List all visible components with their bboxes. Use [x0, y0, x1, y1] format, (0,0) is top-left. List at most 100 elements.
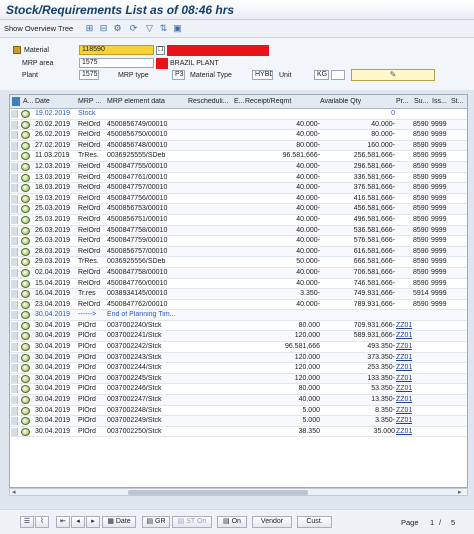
table-row[interactable]: 30.04.2019 PlOrd 0037002248/Stck 5.000 8.350… — [10, 406, 467, 417]
row-selector[interactable] — [11, 300, 18, 309]
table-row[interactable]: 16.04.2019 Tr.res 0038934145/00010 3.350- 74… — [10, 289, 467, 300]
table-row[interactable]: 18.03.2019 RelOrd 4500847757/00010 40.000- 3… — [10, 183, 467, 194]
row-status-icon[interactable] — [21, 290, 30, 299]
row-status-icon[interactable] — [21, 374, 30, 383]
table-row[interactable]: 30.04.2019 ------> End of Planning Tim... — [10, 310, 467, 321]
cell-pr[interactable]: ZZ01 — [396, 332, 412, 341]
col-mrp[interactable]: MRP ... — [78, 98, 102, 105]
first-page-icon[interactable]: ⇤ — [56, 516, 70, 528]
row-status-icon[interactable] — [21, 343, 30, 352]
row-status-icon[interactable] — [21, 237, 30, 246]
row-status-icon[interactable] — [21, 247, 30, 256]
row-selector[interactable] — [11, 120, 18, 129]
sort-icon[interactable]: ⇅ — [158, 23, 169, 34]
cell-pr[interactable]: ZZ01 — [396, 364, 412, 373]
row-status-icon[interactable] — [21, 194, 30, 203]
row-selector[interactable] — [11, 290, 18, 299]
table-row[interactable]: 11.03.2019 TrRes. 0036925555/SDeb 96.581,66… — [10, 151, 467, 162]
row-selector[interactable] — [11, 353, 18, 362]
row-selector[interactable] — [11, 406, 18, 415]
row-selector[interactable] — [11, 364, 18, 373]
select-all-icon[interactable] — [12, 97, 20, 106]
settings-icon[interactable]: ⚙ — [112, 23, 123, 34]
material-field[interactable]: 118590 — [79, 45, 154, 55]
row-status-icon[interactable] — [21, 131, 30, 140]
on-button[interactable]: ▤ On — [217, 516, 247, 528]
material-icon[interactable] — [13, 46, 21, 54]
row-status-icon[interactable] — [21, 152, 30, 161]
show-overview-tree-button[interactable]: Show Overview Tree — [4, 24, 73, 33]
row-selector[interactable] — [11, 131, 18, 140]
table-row[interactable]: 30.04.2019 PlOrd 0037002240/Stck 80.000 709.… — [10, 321, 467, 332]
row-status-icon[interactable] — [21, 417, 30, 426]
col-su[interactable]: Su... — [414, 98, 428, 105]
row-selector[interactable] — [11, 417, 18, 426]
row-selector[interactable] — [11, 396, 18, 405]
table-row[interactable]: 30.04.2019 PlOrd 0037002244/Stck 120.000 253… — [10, 363, 467, 374]
row-status-icon[interactable] — [21, 279, 30, 288]
table-row[interactable]: 30.04.2019 PlOrd 0037002250/Stck 38.350 35.0… — [10, 427, 467, 438]
unit-extra-field[interactable] — [331, 70, 345, 80]
row-status-icon[interactable] — [21, 141, 30, 150]
table-row[interactable]: 13.03.2019 RelOrd 4500847761/00010 40.000- 3… — [10, 173, 467, 184]
table-row[interactable]: 26.02.2019 RelOrd 4500856750/00010 40.000- 8… — [10, 130, 467, 141]
cell-pr[interactable]: ZZ01 — [396, 375, 412, 384]
cell-pr[interactable]: ZZ01 — [396, 428, 412, 437]
row-status-icon[interactable] — [21, 215, 30, 224]
row-selector[interactable] — [11, 247, 18, 256]
row-status-icon[interactable] — [21, 226, 30, 235]
cell-pr[interactable]: ZZ01 — [396, 354, 412, 363]
col-receipt-reqmt[interactable]: Receipt/Reqmt — [245, 98, 305, 105]
row-status-icon[interactable] — [21, 396, 30, 405]
table-row[interactable]: 30.04.2019 PlOrd 0037002243/Stck 120.000 373… — [10, 352, 467, 364]
row-status-icon[interactable] — [21, 427, 30, 436]
edit-material-button[interactable]: ✎ — [351, 69, 435, 81]
row-selector[interactable] — [11, 152, 18, 161]
row-selector[interactable] — [11, 385, 18, 394]
row-status-icon[interactable] — [21, 353, 30, 362]
row-status-icon[interactable] — [21, 385, 30, 394]
col-mrp-element-data[interactable]: MRP element data — [107, 98, 167, 105]
vendor-button[interactable]: Vendor — [252, 516, 292, 528]
table-row[interactable]: 25.03.2019 RelOrd 4500856751/00010 40.000- 4… — [10, 215, 467, 226]
col-e[interactable]: E... — [234, 98, 244, 105]
row-status-icon[interactable] — [21, 332, 30, 341]
row-status-icon[interactable] — [21, 268, 30, 277]
row-status-icon[interactable] — [21, 321, 30, 330]
row-selector[interactable] — [11, 205, 18, 214]
next-page-icon[interactable]: ▸ — [86, 516, 100, 528]
row-status-icon[interactable] — [21, 258, 30, 267]
row-selector[interactable] — [11, 321, 18, 330]
details-icon[interactable]: ▣ — [172, 23, 183, 34]
row-status-icon[interactable] — [21, 311, 30, 320]
date-button[interactable]: ▦ Date — [102, 516, 136, 528]
st-on-button[interactable]: ▤ ST On — [172, 516, 212, 528]
scroll-right-icon[interactable]: ▸ — [458, 488, 462, 496]
row-selector[interactable] — [11, 311, 18, 320]
table-row[interactable]: 28.03.2019 RelOrd 4500856757/00010 40.000- 6… — [10, 246, 467, 258]
table-row[interactable]: 19.03.2019 RelOrd 4500847756/00010 40.000- 4… — [10, 194, 467, 205]
material-type-field[interactable]: HYBD — [252, 70, 273, 80]
prev-page-icon[interactable]: ◂ — [71, 516, 85, 528]
table-row[interactable]: 29.03.2019 TrRes. 0036925556/SDeb 50.000- 66… — [10, 257, 467, 268]
table-row[interactable]: 25.03.2019 RelOrd 4500856753/00010 40.000- 4… — [10, 204, 467, 215]
table-row[interactable]: 30.04.2019 PlOrd 0037002246/Stck 80.000 53.3… — [10, 384, 467, 396]
table-row[interactable]: 12.03.2019 RelOrd 4500847755/00010 40.000- 2… — [10, 161, 467, 173]
cell-pr[interactable]: ZZ01 — [396, 417, 412, 426]
col-available-qty[interactable]: Available Qty — [320, 98, 380, 105]
table-row[interactable]: 19.02.2019 Stock 0 — [10, 109, 467, 120]
row-selector[interactable] — [11, 110, 18, 118]
cell-pr[interactable]: ZZ01 — [396, 322, 412, 331]
copy-icon[interactable]: ❐ — [156, 46, 165, 55]
row-status-icon[interactable] — [21, 184, 30, 193]
row-status-icon[interactable] — [21, 300, 30, 309]
table-row[interactable]: 15.04.2019 RelOrd 4500847760/00010 40.000- 7… — [10, 279, 467, 290]
gr-button[interactable]: ▤ GR — [142, 516, 170, 528]
row-selector[interactable] — [11, 343, 18, 352]
row-status-icon[interactable] — [21, 120, 30, 129]
row-selector[interactable] — [11, 173, 18, 182]
row-selector[interactable] — [11, 226, 18, 235]
row-selector[interactable] — [11, 258, 18, 267]
scroll-left-icon[interactable]: ◂ — [12, 488, 16, 496]
table-row[interactable]: 27.02.2019 RelOrd 4500856748/00010 80.000- 1… — [10, 140, 467, 152]
